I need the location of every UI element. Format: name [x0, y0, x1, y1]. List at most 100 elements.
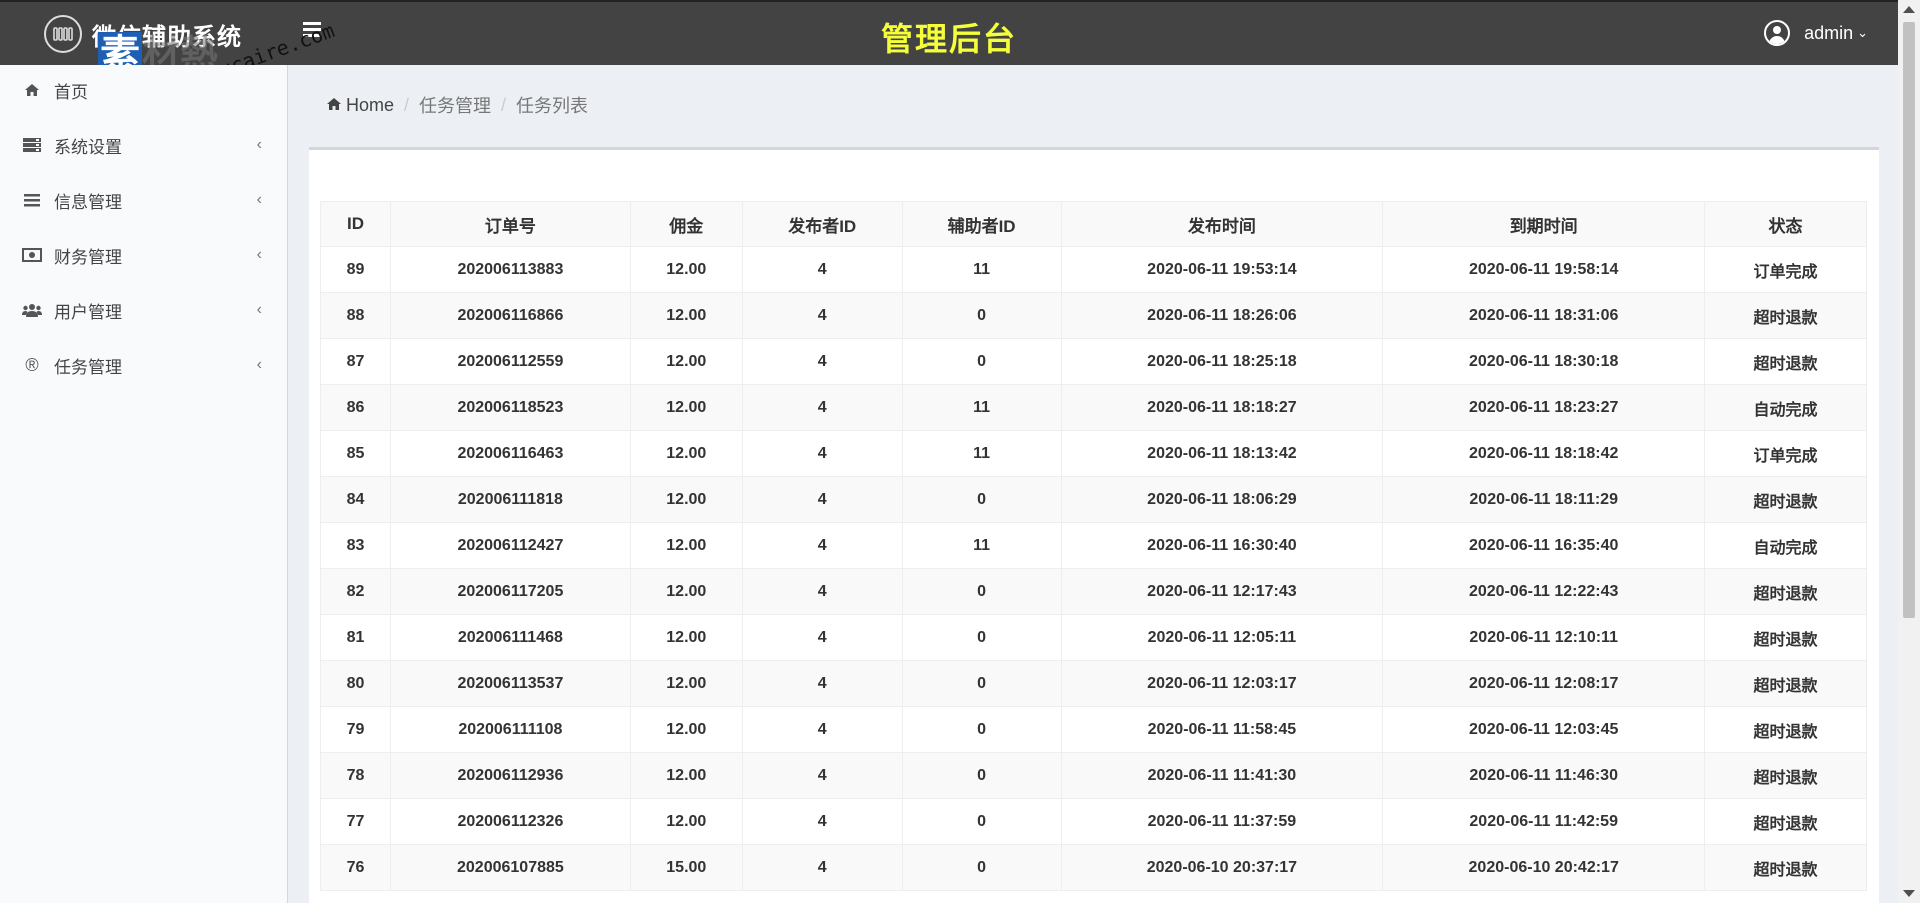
table-row[interactable]: 86 202006118523 12.00 4 11 2020-06-11 18:18:2…: [320, 384, 1867, 431]
cell-order-no: 202006112427: [389, 522, 631, 569]
chevron-left-icon: ‹: [256, 301, 262, 318]
table-row[interactable]: 89 202006113883 12.00 4 11 2020-06-11 19:53:1…: [320, 246, 1867, 293]
cell-publish-time: 2020-06-11 12:17:43: [1060, 568, 1384, 615]
cell-publish-time: 2020-06-11 19:53:14: [1060, 246, 1384, 293]
sidebar-item-label: 信息管理: [54, 192, 122, 212]
table-row[interactable]: 83 202006112427 12.00 4 11 2020-06-11 16:30:4…: [320, 522, 1867, 569]
column-header-expire-time[interactable]: 到期时间: [1382, 201, 1706, 247]
breadcrumb-home-link[interactable]: Home: [346, 95, 394, 116]
cell-order-no: 202006107885: [389, 844, 631, 891]
table-row[interactable]: 76 202006107885 15.00 4 0 2020-06-10 20:37:17…: [320, 844, 1867, 891]
cell-helper-id: 0: [901, 752, 1062, 799]
cell-expire-time: 2020-06-11 18:30:18: [1382, 338, 1706, 385]
cell-publisher-id: 4: [741, 522, 903, 569]
cell-publish-time: 2020-06-11 18:06:29: [1060, 476, 1384, 523]
registered-icon: ®: [25, 354, 39, 375]
cell-publisher-id: 4: [741, 476, 903, 523]
table-row[interactable]: 84 202006111818 12.00 4 0 2020-06-11 18:06:29…: [320, 476, 1867, 523]
cell-id: 76: [320, 844, 391, 891]
sidebar-item-info-management[interactable]: 信息管理 ‹: [0, 180, 288, 220]
cell-order-no: 202006112326: [389, 798, 631, 845]
user-name: admin: [1804, 22, 1854, 43]
cell-order-no: 202006118523: [389, 384, 631, 431]
column-header-id[interactable]: ID: [320, 201, 391, 247]
cell-commission: 12.00: [629, 660, 743, 707]
user-menu[interactable]: admin ⌄: [1764, 20, 1868, 46]
task-list-box: ID 订单号 佣金 发布者ID 辅助者ID 发布时间 到期时间 状态 89 202…: [309, 147, 1879, 903]
table-row[interactable]: 87 202006112559 12.00 4 0 2020-06-11 18:25:18…: [320, 338, 1867, 385]
cell-id: 86: [320, 384, 391, 431]
cell-helper-id: 11: [901, 384, 1062, 431]
cell-helper-id: 0: [901, 568, 1062, 615]
breadcrumb-level1[interactable]: 任务管理: [419, 92, 491, 118]
cell-id: 79: [320, 706, 391, 753]
table-row[interactable]: 80 202006113537 12.00 4 0 2020-06-11 12:03:17…: [320, 660, 1867, 707]
scrollbar-thumb[interactable]: [1903, 22, 1915, 618]
cell-order-no: 202006111818: [389, 476, 631, 523]
column-header-commission[interactable]: 佣金: [629, 201, 743, 247]
home-icon: [326, 95, 342, 116]
cell-expire-time: 2020-06-11 12:22:43: [1382, 568, 1706, 615]
cell-order-no: 202006113537: [389, 660, 631, 707]
cell-status: 超时退款: [1704, 844, 1867, 891]
sidebar-item-finance-management[interactable]: 财务管理 ‹: [0, 235, 288, 275]
sidebar-item-label: 用户管理: [54, 302, 122, 322]
cell-expire-time: 2020-06-11 18:23:27: [1382, 384, 1706, 431]
table-row[interactable]: 79 202006111108 12.00 4 0 2020-06-11 11:58:45…: [320, 706, 1867, 753]
cell-publish-time: 2020-06-11 11:41:30: [1060, 752, 1384, 799]
scroll-up-icon[interactable]: [1903, 6, 1915, 13]
table-row[interactable]: 78 202006112936 12.00 4 0 2020-06-11 11:41:30…: [320, 752, 1867, 799]
cell-commission: 12.00: [629, 476, 743, 523]
cell-status: 超时退款: [1704, 568, 1867, 615]
column-header-publish-time[interactable]: 发布时间: [1060, 201, 1384, 247]
breadcrumb-level2: 任务列表: [516, 96, 589, 116]
cell-id: 88: [320, 292, 391, 339]
scroll-down-icon[interactable]: [1903, 890, 1915, 897]
task-table: ID 订单号 佣金 发布者ID 辅助者ID 发布时间 到期时间 状态 89 202…: [320, 201, 1867, 891]
cell-commission: 12.00: [629, 706, 743, 753]
sidebar-item-system-settings[interactable]: 系统设置 ‹: [0, 125, 288, 165]
cell-commission: 15.00: [629, 844, 743, 891]
cell-commission: 12.00: [629, 292, 743, 339]
chevron-left-icon: ‹: [256, 246, 262, 263]
cell-helper-id: 11: [901, 522, 1062, 569]
cell-publisher-id: 4: [741, 246, 903, 293]
column-header-status[interactable]: 状态: [1704, 201, 1867, 247]
table-row[interactable]: 85 202006116463 12.00 4 11 2020-06-11 18:13:4…: [320, 430, 1867, 477]
breadcrumb-separator: /: [404, 94, 410, 115]
table-row[interactable]: 81 202006111468 12.00 4 0 2020-06-11 12:05:11…: [320, 614, 1867, 661]
cell-id: 85: [320, 430, 391, 477]
cell-helper-id: 11: [901, 246, 1062, 293]
cell-publisher-id: 4: [741, 384, 903, 431]
cell-publish-time: 2020-06-11 18:18:27: [1060, 384, 1384, 431]
cell-commission: 12.00: [629, 384, 743, 431]
chevron-left-icon: ‹: [256, 136, 262, 153]
sidebar-item-home[interactable]: 首页: [0, 70, 288, 110]
cell-expire-time: 2020-06-11 19:58:14: [1382, 246, 1706, 293]
sidebar-item-task-management[interactable]: ® 任务管理 ‹: [0, 345, 288, 385]
money-icon: [22, 248, 42, 262]
column-header-order-no[interactable]: 订单号: [389, 201, 631, 247]
list-icon: [22, 193, 42, 207]
cell-expire-time: 2020-06-11 12:10:11: [1382, 614, 1706, 661]
cell-id: 84: [320, 476, 391, 523]
server-icon: [22, 138, 42, 152]
cell-publish-time: 2020-06-11 16:30:40: [1060, 522, 1384, 569]
cell-publish-time: 2020-06-11 11:37:59: [1060, 798, 1384, 845]
cell-helper-id: 0: [901, 338, 1062, 385]
sidebar-item-user-management[interactable]: 用户管理 ‹: [0, 290, 288, 330]
chevron-down-icon: ⌄: [1857, 25, 1868, 40]
breadcrumb: Home / 任务管理 / 任务列表: [326, 92, 588, 118]
cell-order-no: 202006111468: [389, 614, 631, 661]
cell-order-no: 202006112936: [389, 752, 631, 799]
table-row[interactable]: 88 202006116866 12.00 4 0 2020-06-11 18:26:06…: [320, 292, 1867, 339]
page-scrollbar[interactable]: [1898, 0, 1920, 903]
column-header-helper-id[interactable]: 辅助者ID: [901, 201, 1062, 247]
column-header-publisher-id[interactable]: 发布者ID: [741, 201, 903, 247]
table-row[interactable]: 82 202006117205 12.00 4 0 2020-06-11 12:17:43…: [320, 568, 1867, 615]
cell-commission: 12.00: [629, 614, 743, 661]
cell-order-no: 202006116463: [389, 430, 631, 477]
cell-status: 自动完成: [1704, 522, 1867, 569]
table-row[interactable]: 77 202006112326 12.00 4 0 2020-06-11 11:37:59…: [320, 798, 1867, 845]
cell-publish-time: 2020-06-11 18:13:42: [1060, 430, 1384, 477]
